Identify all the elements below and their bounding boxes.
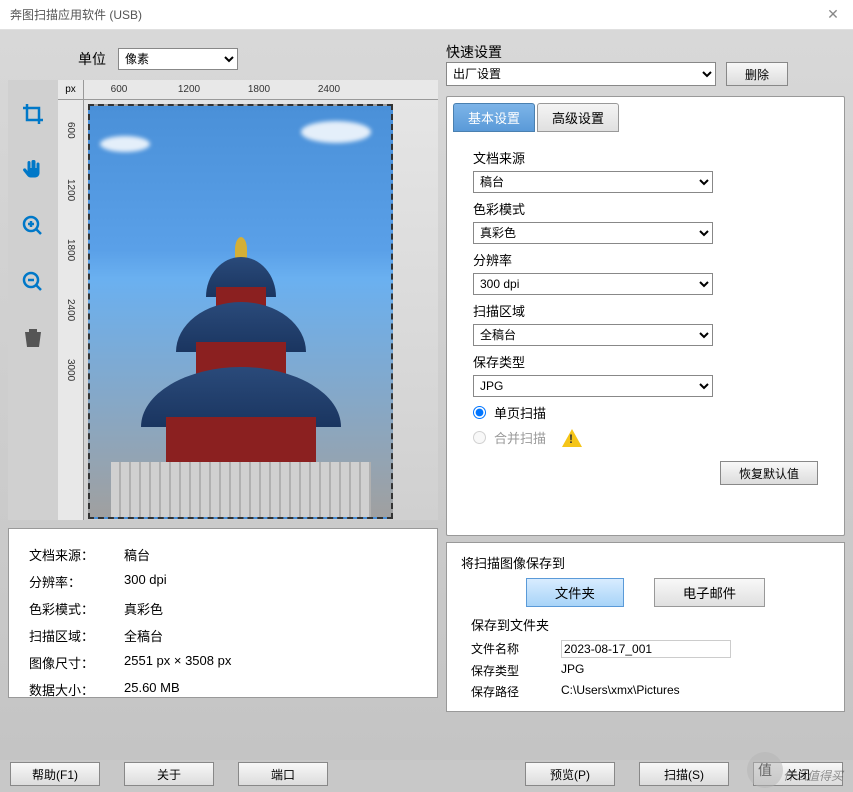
- settings-panel: 基本设置 高级设置 文档来源稿台 色彩模式真彩色 分辨率 300 dpi 扫描区域…: [446, 96, 845, 536]
- quick-settings: 快速设置 出厂设置 删除: [446, 38, 845, 90]
- window-title: 奔图扫描应用软件 (USB): [10, 6, 823, 23]
- close-button[interactable]: 关闭: [753, 762, 843, 786]
- close-icon[interactable]: ✕: [823, 6, 843, 23]
- info-panel: 文档来源稿台 分辨率300 dpi 色彩模式真彩色 扫描区域全稿台 图像尺寸25…: [8, 528, 438, 698]
- merge-scan-radio: 合并扫描: [473, 428, 818, 447]
- dpi-select[interactable]: 300 dpi: [473, 273, 713, 295]
- info-data-value: 25.60 MB: [124, 680, 180, 699]
- info-area-label: 扫描区域: [29, 626, 124, 645]
- info-area-value: 全稿台: [124, 626, 163, 645]
- left-column: 单位 像素 px 600120018002400 600120018002400…: [8, 38, 438, 752]
- zoom-out-icon[interactable]: [19, 268, 47, 296]
- info-color-label: 色彩模式: [29, 599, 124, 618]
- folder-button[interactable]: 文件夹: [526, 578, 624, 607]
- about-button[interactable]: 关于: [124, 762, 214, 786]
- hand-icon[interactable]: [19, 156, 47, 184]
- preview-image: [88, 104, 393, 519]
- color-label: 色彩模式: [473, 199, 818, 218]
- unit-select[interactable]: 像素: [118, 48, 238, 70]
- zoom-in-icon[interactable]: [19, 212, 47, 240]
- crop-icon[interactable]: [19, 100, 47, 128]
- color-select[interactable]: 真彩色: [473, 222, 713, 244]
- ruler-vertical: 6001200180024003000: [58, 100, 84, 520]
- unit-label: 单位: [78, 49, 106, 69]
- restore-button[interactable]: 恢复默认值: [720, 461, 818, 485]
- delete-button[interactable]: 删除: [726, 62, 788, 86]
- save-subtitle: 保存到文件夹: [471, 615, 830, 634]
- preview-canvas[interactable]: px 600120018002400 6001200180024003000: [58, 80, 438, 520]
- basic-settings: 文档来源稿台 色彩模式真彩色 分辨率 300 dpi 扫描区域全稿台 保存类型 JP…: [453, 142, 838, 459]
- area-select[interactable]: 全稿台: [473, 324, 713, 346]
- quick-select[interactable]: 出厂设置: [446, 62, 716, 86]
- savepath-value: C:\Users\xmx\Pictures: [561, 683, 680, 700]
- preview-area: px 600120018002400 6001200180024003000: [8, 80, 438, 520]
- tab-advanced[interactable]: 高级设置: [537, 103, 619, 132]
- tool-strip: [8, 80, 58, 520]
- preview-button[interactable]: 预览(P): [525, 762, 615, 786]
- info-dpi-label: 分辨率: [29, 572, 124, 591]
- port-button[interactable]: 端口: [238, 762, 328, 786]
- tab-basic[interactable]: 基本设置: [453, 103, 535, 132]
- email-button[interactable]: 电子邮件: [654, 578, 765, 607]
- filename-label: 文件名称: [471, 640, 561, 658]
- content: 单位 像素 px 600120018002400 600120018002400…: [0, 30, 853, 760]
- tabs: 基本设置 高级设置: [453, 103, 838, 132]
- scan-button[interactable]: 扫描(S): [639, 762, 729, 786]
- single-page-radio[interactable]: 单页扫描: [473, 403, 818, 422]
- save-title: 将扫描图像保存到: [461, 553, 830, 572]
- info-data-label: 数据大小: [29, 680, 124, 699]
- dpi-label: 分辨率: [473, 250, 818, 269]
- unit-row: 单位 像素: [8, 38, 438, 80]
- info-color-value: 真彩色: [124, 599, 163, 618]
- savetype2-label: 保存类型: [471, 662, 561, 679]
- ruler-horizontal: 600120018002400: [84, 80, 438, 100]
- filename-input[interactable]: [561, 640, 731, 658]
- bottom-bar: 帮助(F1) 关于 端口 预览(P) 扫描(S) 关闭: [0, 760, 853, 792]
- savepath-label: 保存路径: [471, 683, 561, 700]
- ruler-corner: px: [58, 80, 84, 100]
- warning-icon: [562, 429, 582, 447]
- info-size-label: 图像尺寸: [29, 653, 124, 672]
- right-column: 快速设置 出厂设置 删除 基本设置 高级设置 文档来源稿台 色彩模式真彩色 分辨…: [446, 38, 845, 752]
- source-select[interactable]: 稿台: [473, 171, 713, 193]
- quick-label: 快速设置: [446, 42, 845, 62]
- info-dpi-value: 300 dpi: [124, 572, 167, 591]
- info-size-value: 2551 px × 3508 px: [124, 653, 231, 672]
- source-label: 文档来源: [473, 148, 818, 167]
- trash-icon[interactable]: [19, 324, 47, 352]
- save-panel: 将扫描图像保存到 文件夹 电子邮件 保存到文件夹 文件名称 保存类型JPG 保存…: [446, 542, 845, 712]
- info-source-label: 文档来源: [29, 545, 124, 564]
- help-button[interactable]: 帮助(F1): [10, 762, 100, 786]
- area-label: 扫描区域: [473, 301, 818, 320]
- savetype2-value: JPG: [561, 662, 584, 679]
- titlebar: 奔图扫描应用软件 (USB) ✕: [0, 0, 853, 30]
- savetype-select[interactable]: JPG: [473, 375, 713, 397]
- info-source-value: 稿台: [124, 545, 150, 564]
- savetype-label: 保存类型: [473, 352, 818, 371]
